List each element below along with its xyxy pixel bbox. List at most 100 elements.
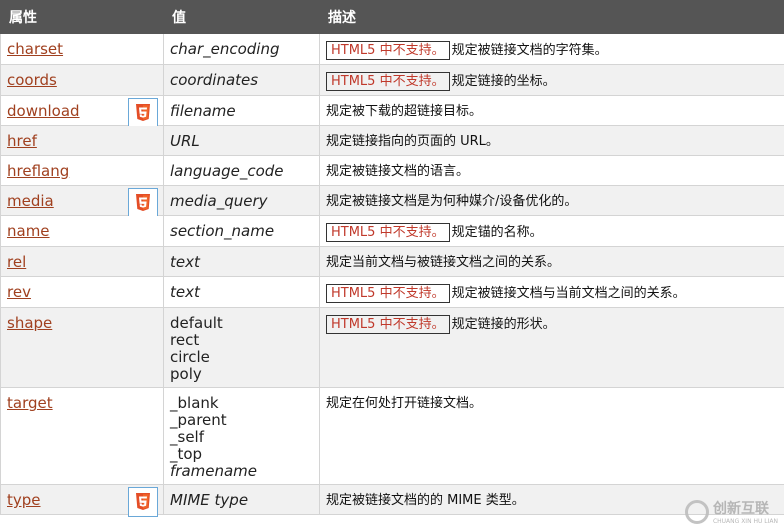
- header-attribute: 属性: [0, 0, 164, 34]
- attribute-link-hreflang[interactable]: hreflang: [7, 162, 69, 180]
- value-text: default: [170, 314, 223, 332]
- value-cell: _blank _parent _self _top framename: [163, 387, 320, 485]
- html5-icon: [128, 98, 158, 128]
- watermark-text: 创新互联: [712, 501, 769, 517]
- value-text: media_query: [170, 192, 268, 210]
- description-cell: 规定被下载的超链接目标。: [319, 95, 784, 126]
- value-text: circle: [170, 348, 210, 366]
- table-row: rel text 规定当前文档与被链接文档之间的关系。: [0, 246, 784, 277]
- value-cell: text: [163, 246, 320, 277]
- description-text: 规定被链接文档的的 MIME 类型。: [326, 493, 525, 508]
- value-text: filename: [170, 102, 236, 120]
- description-cell: 规定当前文档与被链接文档之间的关系。: [319, 246, 784, 277]
- description-text: 规定被链接文档的语言。: [326, 164, 470, 179]
- description-text: 规定链接的形状。: [451, 317, 556, 332]
- description-cell: HTML5 中不支持。 规定被链接文档与当前文档之间的关系。: [319, 276, 784, 308]
- table-row: target _blank _parent _self _top framename 规定在…: [0, 387, 784, 485]
- table-row: hreflang language_code 规定被链接文档的语言。: [0, 155, 784, 186]
- watermark-icon: [684, 499, 709, 524]
- description-text: 规定被链接文档的字符集。: [451, 43, 608, 58]
- description-cell: HTML5 中不支持。 规定链接的形状。: [319, 307, 784, 388]
- value-cell: text: [163, 276, 320, 308]
- attribute-link-rev[interactable]: rev: [7, 283, 31, 301]
- value-cell: MIME type: [163, 484, 320, 515]
- table-row: shape default rect circle poly HTML5 中不支持。 规定链…: [0, 307, 784, 388]
- unsupported-badge: HTML5 中不支持。: [326, 284, 450, 303]
- attribute-link-href[interactable]: href: [7, 132, 37, 150]
- table-row: name section_name HTML5 中不支持。 规定锚的名称。: [0, 215, 784, 247]
- description-cell: HTML5 中不支持。 规定锚的名称。: [319, 215, 784, 247]
- value-text: language_code: [170, 162, 284, 180]
- value-text: _self: [170, 428, 204, 446]
- attribute-link-coords[interactable]: coords: [7, 71, 57, 89]
- attribute-cell: rev: [0, 276, 164, 308]
- watermark-logo: 创新互联 CHUANG XIN HU LIAN: [684, 498, 778, 525]
- attribute-link-media[interactable]: media: [7, 192, 54, 210]
- html5-icon: [128, 188, 158, 218]
- attribute-link-charset[interactable]: charset: [7, 40, 63, 58]
- value-cell: char_encoding: [163, 33, 320, 65]
- description-text: 规定被链接文档与当前文档之间的关系。: [451, 286, 686, 301]
- attribute-cell: type: [0, 484, 164, 517]
- value-cell: default rect circle poly: [163, 307, 320, 388]
- attribute-link-download[interactable]: download: [7, 102, 80, 120]
- value-text: text: [170, 283, 200, 301]
- description-cell: 规定在何处打开链接文档。: [319, 387, 784, 485]
- value-cell: section_name: [163, 215, 320, 247]
- table-row: rev text HTML5 中不支持。 规定被链接文档与当前文档之间的关系。: [0, 276, 784, 308]
- value-cell: language_code: [163, 155, 320, 186]
- attribute-cell: rel: [0, 246, 164, 277]
- value-text: _top: [170, 445, 203, 463]
- description-text: 规定锚的名称。: [451, 225, 543, 240]
- table-row: media media_query 规定被链接文档是为何种媒介/设备优化的。: [0, 185, 784, 218]
- table-row: href URL 规定链接指向的页面的 URL。: [0, 125, 784, 156]
- attribute-link-shape[interactable]: shape: [7, 314, 52, 332]
- table-header-row: 属性 值 描述: [0, 0, 784, 34]
- description-text: 规定当前文档与被链接文档之间的关系。: [326, 255, 561, 270]
- attribute-cell: target: [0, 387, 164, 485]
- attribute-cell: shape: [0, 307, 164, 388]
- value-text: section_name: [170, 222, 275, 240]
- value-text: poly: [170, 365, 202, 383]
- attribute-cell: name: [0, 215, 164, 247]
- attribute-cell: coords: [0, 64, 164, 96]
- value-text: _parent: [170, 411, 227, 429]
- description-text: 规定在何处打开链接文档。: [326, 396, 483, 411]
- table-row: coords coordinates HTML5 中不支持。 规定链接的坐标。: [0, 64, 784, 96]
- description-text: 规定被链接文档是为何种媒介/设备优化的。: [326, 194, 578, 209]
- unsupported-badge: HTML5 中不支持。: [326, 72, 450, 91]
- value-text: _blank: [170, 394, 219, 412]
- attribute-link-name[interactable]: name: [7, 222, 50, 240]
- value-cell: filename: [163, 95, 320, 126]
- attribute-cell: charset: [0, 33, 164, 65]
- description-cell: 规定被链接文档的语言。: [319, 155, 784, 186]
- description-cell: HTML5 中不支持。 规定被链接文档的字符集。: [319, 33, 784, 65]
- attribute-link-target[interactable]: target: [7, 394, 53, 412]
- description-cell: HTML5 中不支持。 规定链接的坐标。: [319, 64, 784, 96]
- description-cell: 规定链接指向的页面的 URL。: [319, 125, 784, 156]
- header-description: 描述: [319, 0, 784, 34]
- description-cell: 规定被链接文档是为何种媒介/设备优化的。: [319, 185, 784, 216]
- attribute-link-rel[interactable]: rel: [7, 253, 26, 271]
- header-value: 值: [163, 0, 320, 34]
- attribute-link-type[interactable]: type: [7, 491, 41, 509]
- value-text: rect: [170, 331, 200, 349]
- description-text: 规定被下载的超链接目标。: [326, 104, 483, 119]
- unsupported-badge: HTML5 中不支持。: [326, 41, 450, 60]
- table-row: download filename 规定被下载的超链接目标。: [0, 95, 784, 128]
- value-cell: URL: [163, 125, 320, 156]
- table-body: charset char_encoding HTML5 中不支持。 规定被链接文档的字…: [0, 33, 784, 517]
- description-text: 规定链接指向的页面的 URL。: [326, 134, 499, 149]
- table-row: type MIME type 规定被链接文档的的 MIME 类型。: [0, 484, 784, 517]
- value-text: MIME type: [170, 491, 249, 509]
- value-text: coordinates: [170, 71, 259, 89]
- value-text: framename: [170, 462, 258, 480]
- attributes-table: 属性 值 描述 charset char_encoding HTML5 中不支持。规…: [0, 0, 784, 517]
- value-cell: coordinates: [163, 64, 320, 96]
- value-text: char_encoding: [170, 40, 280, 58]
- value-cell: media_query: [163, 185, 320, 216]
- html5-icon: [128, 487, 158, 517]
- attribute-cell: href: [0, 125, 164, 156]
- description-text: 规定链接的坐标。: [451, 74, 556, 89]
- watermark-subtext: CHUANG XIN HU LIAN: [712, 518, 778, 525]
